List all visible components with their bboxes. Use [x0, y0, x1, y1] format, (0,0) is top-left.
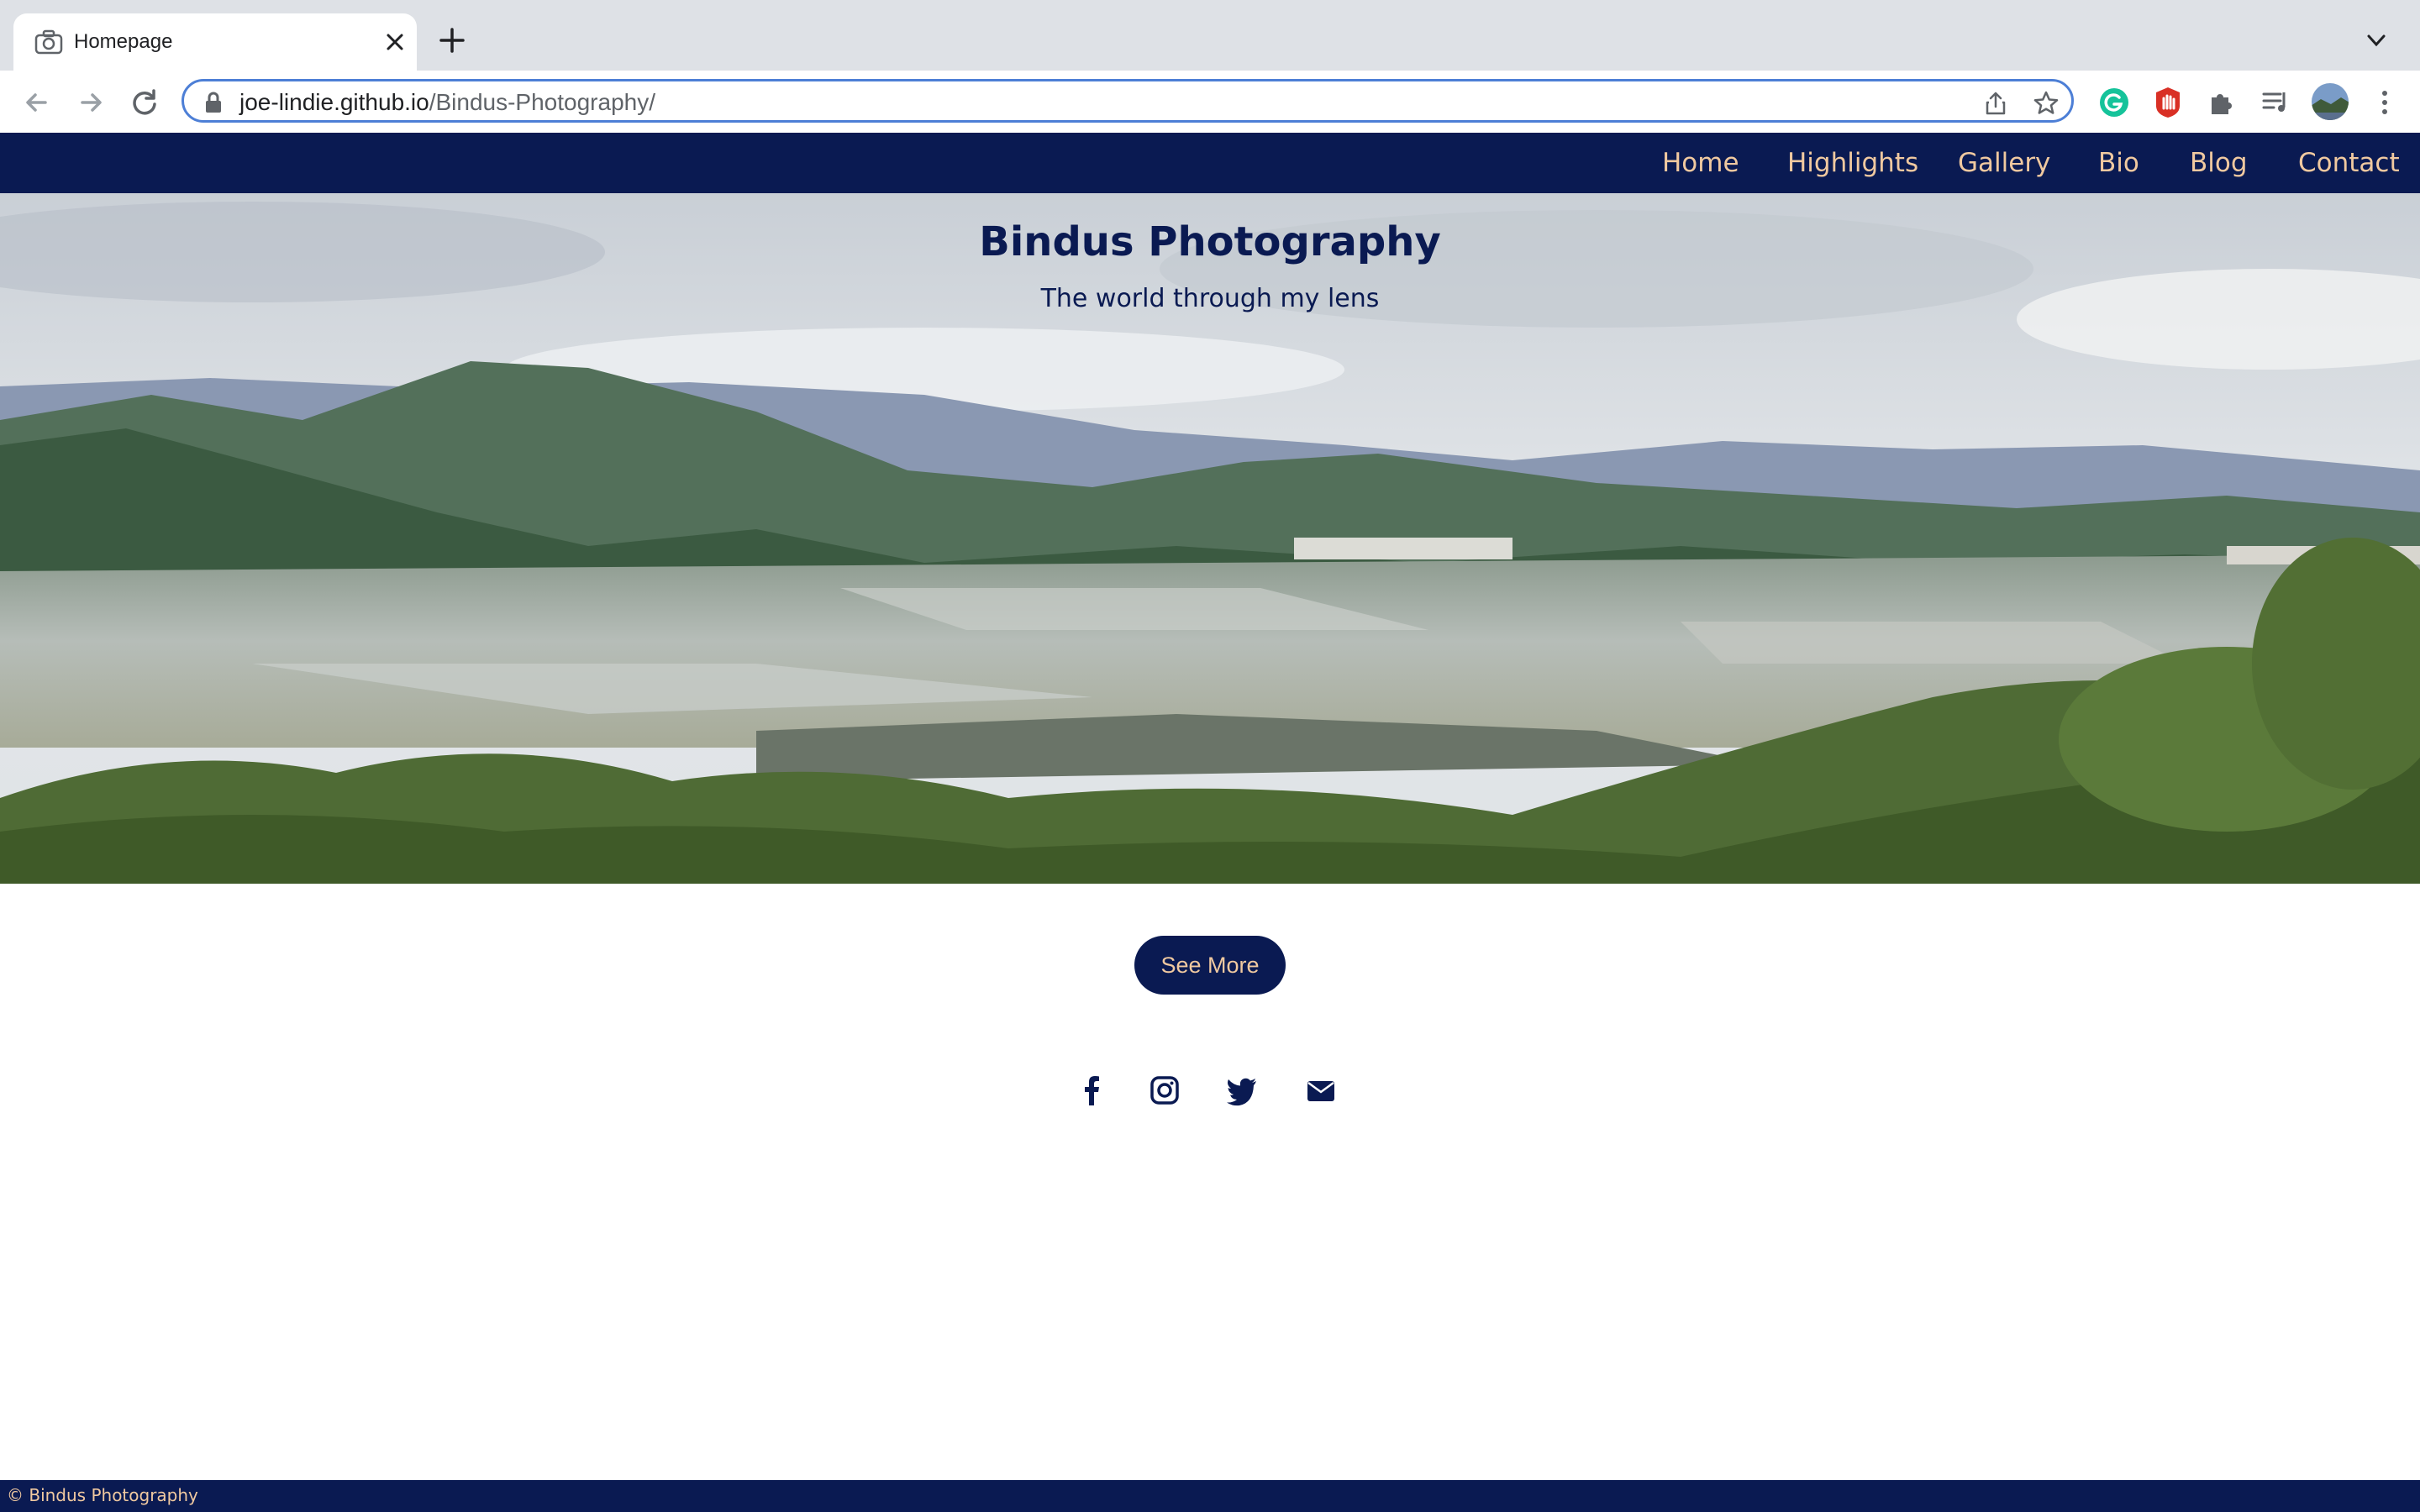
- nav-link-blog[interactable]: Blog: [2190, 146, 2248, 180]
- hero-subtitle: The world through my lens: [1040, 284, 1380, 313]
- camera-icon: [34, 29, 63, 55]
- forward-arrow-icon[interactable]: [74, 86, 108, 119]
- reload-icon[interactable]: [128, 86, 161, 119]
- nav-link-bio[interactable]: Bio: [2098, 146, 2139, 180]
- url-domain: joe-lindie.github.io: [239, 89, 429, 115]
- address-bar[interactable]: joe-lindie.github.io/Bindus-Photography/: [182, 79, 2074, 123]
- avatar[interactable]: [2311, 82, 2349, 121]
- footer-copyright: © Bindus Photography: [7, 1485, 198, 1505]
- facebook-icon[interactable]: [1075, 1074, 1108, 1107]
- media-queue-icon[interactable]: [2259, 86, 2292, 119]
- envelope-icon[interactable]: [1304, 1074, 1338, 1107]
- nav-link-highlights[interactable]: Highlights: [1787, 146, 1918, 180]
- new-tab-plus-icon[interactable]: [437, 25, 467, 55]
- url-text[interactable]: joe-lindie.github.io/Bindus-Photography/: [239, 88, 655, 117]
- puzzle-extensions-icon[interactable]: [2205, 86, 2238, 119]
- star-icon[interactable]: [2033, 90, 2060, 117]
- hand-stop-extension-icon[interactable]: [2151, 86, 2185, 119]
- back-arrow-icon[interactable]: [20, 86, 54, 119]
- share-icon[interactable]: [1982, 90, 2009, 117]
- see-more-button[interactable]: See More: [1134, 936, 1286, 995]
- hero-banner: Bindus Photography The world through my …: [0, 193, 2420, 884]
- browser-toolbar: joe-lindie.github.io/Bindus-Photography/: [0, 71, 2420, 134]
- lock-icon[interactable]: [204, 92, 223, 113]
- nav-link-home[interactable]: Home: [1662, 146, 1739, 180]
- kebab-menu-icon[interactable]: [2368, 86, 2402, 119]
- hero-title: Bindus Photography: [979, 218, 1441, 265]
- nav-link-contact[interactable]: Contact: [2298, 146, 2400, 180]
- site-navbar: Home Highlights Gallery Bio Blog Contact: [0, 133, 2420, 193]
- site-footer: © Bindus Photography: [0, 1480, 2420, 1512]
- browser-tab-strip: Homepage: [0, 0, 2420, 71]
- url-path: /Bindus-Photography/: [429, 89, 655, 115]
- twitter-icon[interactable]: [1225, 1074, 1259, 1107]
- nav-link-gallery[interactable]: Gallery: [1958, 146, 2050, 180]
- grammarly-extension-icon[interactable]: [2097, 86, 2131, 119]
- tab-title: Homepage: [74, 30, 173, 53]
- browser-tab[interactable]: Homepage: [13, 13, 417, 71]
- close-icon[interactable]: [383, 30, 407, 54]
- chevron-down-icon[interactable]: [2365, 29, 2388, 52]
- instagram-icon[interactable]: [1148, 1074, 1181, 1107]
